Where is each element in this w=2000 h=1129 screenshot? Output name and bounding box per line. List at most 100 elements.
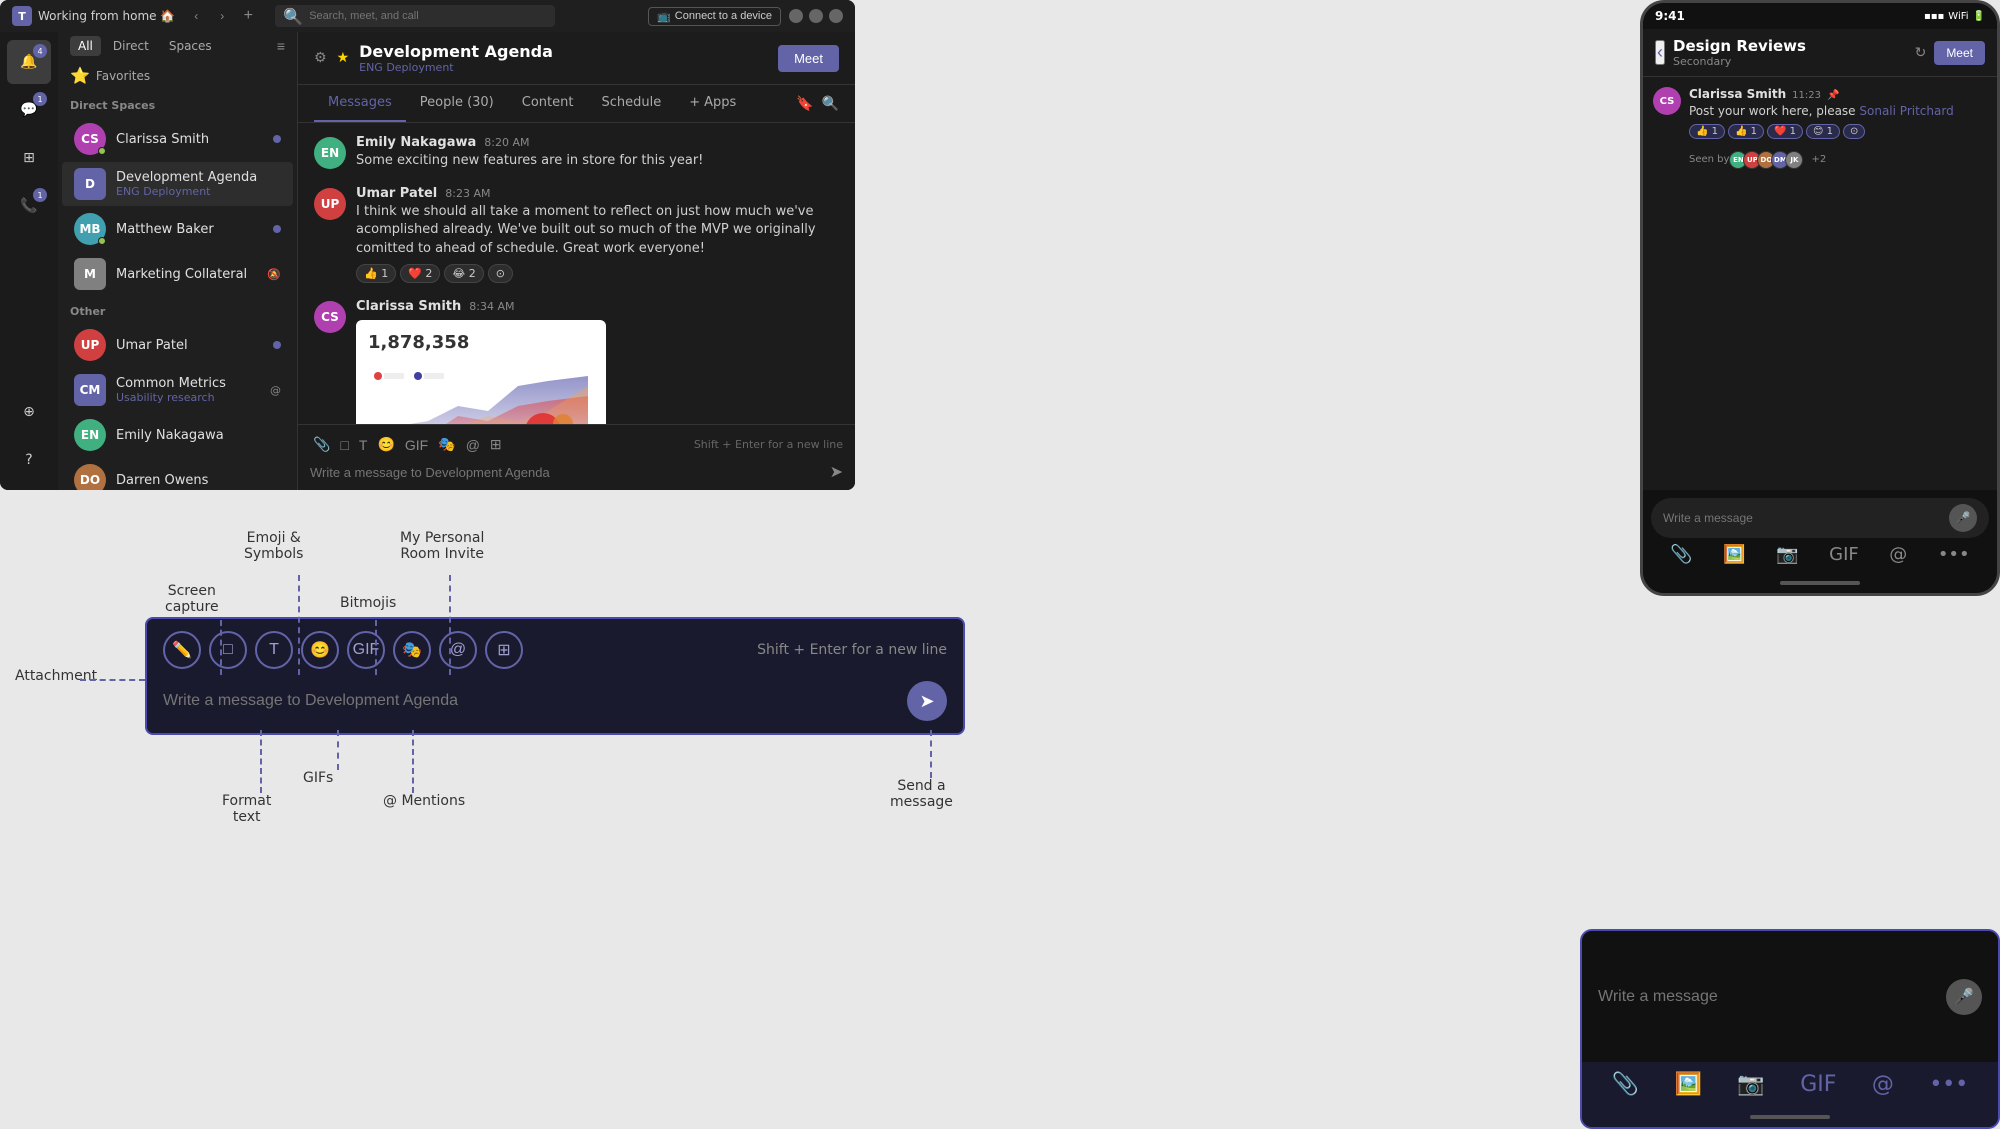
tab-messages[interactable]: Messages (314, 85, 406, 122)
phone-gallery-button[interactable]: 🖼️ (1723, 544, 1745, 565)
sidebar-item-darren[interactable]: DO Darren Owens (62, 458, 293, 490)
darren-name: Darren Owens (116, 473, 281, 488)
phone2-mention-button[interactable]: @ (1872, 1072, 1894, 1097)
main-content: ⚙ ★ Development Agenda ENG Deployment Me… (298, 32, 855, 490)
new-chat-button[interactable]: + (237, 5, 259, 27)
clarissa-badge (273, 135, 281, 143)
sidebar-item-matthew[interactable]: MB Matthew Baker (62, 207, 293, 251)
nav-back-button[interactable]: ‹ (185, 5, 207, 27)
clarissa-message-header: Clarissa Smith 8:34 AM (356, 299, 839, 314)
zoomed-mention-button[interactable]: @ (439, 631, 477, 669)
phone2-gif-button[interactable]: GIF (1800, 1072, 1836, 1097)
connect-device-button[interactable]: 📺 Connect to a device (648, 7, 781, 26)
tab-apps[interactable]: + Apps (675, 85, 750, 122)
line-bitmojis (375, 620, 377, 675)
rail-item-chat[interactable]: 💬 1 (7, 88, 51, 132)
sidebar-item-clarissa[interactable]: CS Clarissa Smith (62, 117, 293, 161)
zoomed-format-button[interactable]: T (255, 631, 293, 669)
compose-mention-button[interactable]: @ (463, 433, 483, 456)
zoomed-emoji-button[interactable]: 😊 (301, 631, 339, 669)
emily-author: Emily Nakagawa (356, 135, 476, 150)
favorites-row[interactable]: ⭐ Favorites (58, 60, 297, 91)
tab-spaces[interactable]: Spaces (161, 36, 220, 56)
phone-gif-button[interactable]: GIF (1829, 544, 1859, 565)
zoomed-screen-button[interactable]: □ (209, 631, 247, 669)
sidebar-item-umar[interactable]: UP Umar Patel (62, 323, 293, 367)
phone-refresh-icon[interactable]: ↻ (1915, 45, 1927, 61)
tab-people[interactable]: People (30) (406, 85, 508, 122)
zoomed-gif-button[interactable]: GIF (347, 631, 385, 669)
phone-msg-body-clarissa: Clarissa Smith 11:23 📌 Post your work he… (1689, 87, 1987, 169)
phone2-gallery-button[interactable]: 🖼️ (1675, 1072, 1702, 1097)
rail-item-calls[interactable]: 📞 1 (7, 184, 51, 228)
reaction-more[interactable]: ⊙ (488, 264, 513, 283)
bookmark-tool-button[interactable]: 🔖 (796, 95, 813, 112)
compose-attach-button[interactable]: 📎 (310, 433, 333, 456)
phone-reaction-3[interactable]: ❤️ 1 (1767, 124, 1803, 139)
minimize-button[interactable] (789, 9, 803, 23)
search-input[interactable] (309, 10, 547, 22)
phone-reaction-2[interactable]: 👍 1 (1728, 124, 1764, 139)
nav-forward-button[interactable]: › (211, 5, 233, 27)
phone2-attach-button[interactable]: 📎 (1612, 1072, 1639, 1097)
rail-item-help[interactable]: ? (7, 438, 51, 482)
sidebar-item-common[interactable]: CM Common Metrics Usability research @ (62, 368, 293, 412)
phone2-mic-button[interactable]: 🎤 (1946, 979, 1982, 1015)
maximize-button[interactable] (809, 9, 823, 23)
umar-message-header: Umar Patel 8:23 AM (356, 186, 839, 201)
compose-input[interactable] (310, 465, 822, 480)
compose-format-button[interactable]: T (356, 433, 371, 456)
reaction-laugh[interactable]: 😂 2 (444, 264, 483, 283)
zoomed-sticker-button[interactable]: 🎭 (393, 631, 431, 669)
zoomed-send-button[interactable]: ➤ (907, 681, 947, 721)
tab-direct[interactable]: Direct (105, 36, 157, 56)
compose-more-button[interactable]: ⊞ (487, 433, 505, 456)
phone2-camera-button[interactable]: 📷 (1737, 1072, 1764, 1097)
star-channel-icon[interactable]: ★ (337, 50, 350, 66)
phone-meet-button[interactable]: Meet (1934, 41, 1985, 65)
phone-camera-button[interactable]: 📷 (1776, 544, 1798, 565)
phone-attach-button[interactable]: 📎 (1670, 544, 1692, 565)
rail-item-teams[interactable]: ⊞ (7, 136, 51, 180)
rail-item-activity[interactable]: 🔔 4 (7, 40, 51, 84)
zoomed-compose-input[interactable] (163, 692, 897, 710)
compose-gif-button[interactable]: GIF (402, 433, 431, 456)
tab-content[interactable]: Content (508, 85, 588, 122)
zoomed-more-button[interactable]: ⊞ (485, 631, 523, 669)
status-clarissa (98, 147, 106, 155)
search-bar[interactable]: 🔍 (275, 5, 555, 27)
phone-mic-button[interactable]: 🎤 (1949, 504, 1977, 532)
line-personal-room (449, 575, 451, 675)
sidebar-item-marketing[interactable]: M Marketing Collateral 🔕 (62, 252, 293, 296)
phone2-more-button[interactable]: ••• (1929, 1072, 1968, 1097)
compose-send-button[interactable]: ➤ (830, 462, 843, 482)
search-icon: 🔍 (283, 7, 303, 26)
sidebar-item-dev-agenda[interactable]: D Development Agenda ENG Deployment (62, 162, 293, 206)
phone-compose-input[interactable] (1663, 511, 1943, 525)
compose-screen-button[interactable]: □ (337, 433, 351, 456)
compose-tools: 📎 □ T 😊 GIF 🎭 @ ⊞ Shift + Enter for a ne… (310, 433, 843, 456)
settings-icon[interactable]: ⚙ (314, 50, 327, 66)
tab-all[interactable]: All (70, 36, 101, 56)
phone-reaction-5[interactable]: ⊙ (1843, 124, 1865, 139)
compose-sticker-button[interactable]: 🎭 (435, 433, 458, 456)
zoomed-edit-button[interactable]: ✏️ (163, 631, 201, 669)
close-button[interactable] (829, 9, 843, 23)
phone-back-button[interactable]: ‹ (1655, 40, 1665, 65)
search-tool-button[interactable]: 🔍 (822, 95, 839, 112)
phone2-compose-input[interactable] (1598, 988, 1936, 1006)
compose-emoji-button[interactable]: 😊 (374, 433, 397, 456)
phone-more-tools-button[interactable]: ••• (1938, 544, 1970, 565)
meet-button[interactable]: Meet (778, 45, 839, 72)
filter-button[interactable]: ≡ (277, 38, 285, 54)
sidebar-item-emily[interactable]: EN Emily Nakagawa (62, 413, 293, 457)
status-matthew (98, 237, 106, 245)
phone-mention-button[interactable]: @ (1889, 544, 1907, 565)
tab-schedule[interactable]: Schedule (587, 85, 675, 122)
phone-reaction-4[interactable]: 😊 1 (1806, 124, 1840, 139)
line-screen-capture (220, 620, 222, 675)
reaction-thumbs[interactable]: 👍 1 (356, 264, 396, 283)
rail-item-apps[interactable]: ⊕ (7, 390, 51, 434)
reaction-heart[interactable]: ❤️ 2 (400, 264, 440, 283)
phone-reaction-1[interactable]: 👍 1 (1689, 124, 1725, 139)
